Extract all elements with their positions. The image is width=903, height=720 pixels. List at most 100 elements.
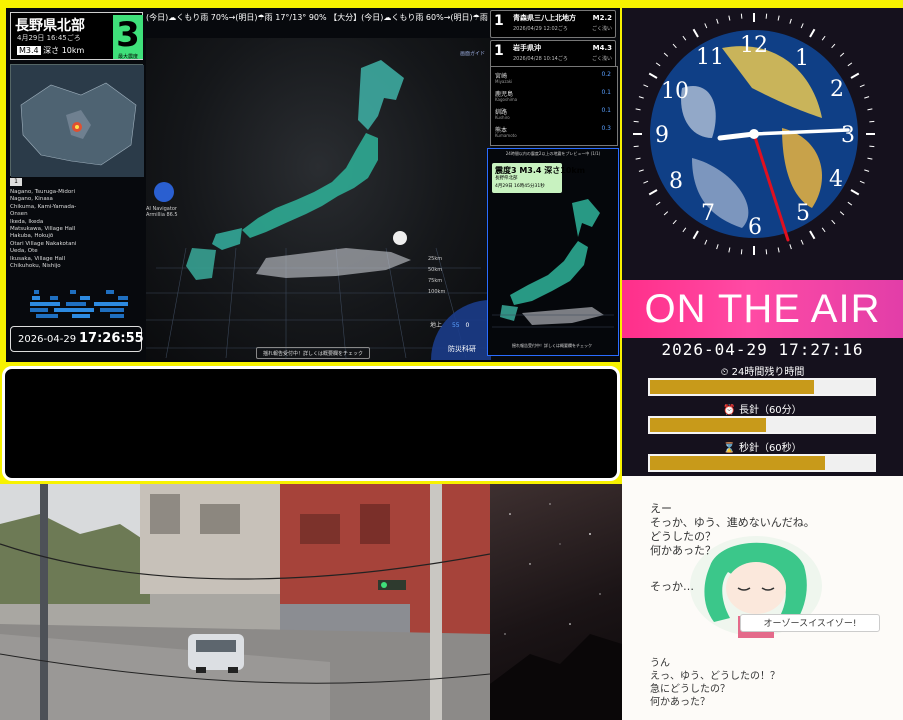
clock-tick [777,247,780,253]
clock-tick [672,219,677,225]
observation-row: 熊本 Kumamoto 0.3 [495,125,611,138]
clock-tick [850,72,860,79]
minute-hand-bar [648,416,876,434]
quake-history-panel: 1 青森県三八上北地方 2026/04/29 12:02ごろ M2.2 ごく浅い… [487,10,619,356]
clock-tick [777,15,780,21]
station-item: Chikuma, Kami-Yamada- [10,203,77,210]
preview-time: 4月29日 16時45分31秒 [495,184,545,189]
preview-place: 長野県北部 [495,176,518,181]
clock-tick [789,244,792,250]
bar-fill [650,380,814,394]
screen-guide-label: 画面ガイド [460,51,486,57]
clock-tick [633,145,639,148]
clock-tick [859,84,865,88]
depth-scale: 25km 50km 75km 100km [428,256,445,300]
clock-tick [655,201,661,206]
preview-map-graphic [492,199,614,328]
quake-list-place: 岩手県沖 [513,44,541,52]
quake-list-item[interactable]: 1 岩手県沖 2026/04/28 10:14ごろ M4.3 ごく浅い [490,40,616,68]
clock-tick [643,180,649,184]
remaining-24h-label: ⏲ 24時間残り時間 [720,367,805,378]
clock-tick [864,96,870,99]
clock-tick [716,18,719,24]
second-hand-bar [648,454,876,472]
station-item: Otari Village Nakakotani [10,240,77,247]
clock-center [749,129,759,139]
epicenter-info-box: 長野県北部 4月29日 16:45ごろ M3.4 深さ 10km 3 最大震度 [10,12,143,60]
clock-numeral: 3 [841,123,855,148]
street-scene-graphic [0,484,490,720]
clock-tick [867,108,873,111]
depth-label: 75km [428,278,443,284]
remaining-24h-bar [648,378,876,396]
broadcast-status-panel: 12 1 2 3 4 5 6 7 8 9 10 11 ON THE AIR 20… [622,8,903,476]
clock-tick [638,96,644,99]
ground-label: 地上 [430,322,443,329]
clock-tick [638,169,644,172]
clock-numeral: 8 [669,169,683,194]
quake-preview-panel: 24時間以内の震度2以上の地震をプレビュー中 (1/1) 震度3 M3.4 深さ… [487,148,619,356]
clock-tick [789,18,792,24]
quake-magnitude-depth: M3.4 深さ 10km [17,45,84,56]
quake-time: 4月29日 16:45ごろ [17,34,81,42]
clock-tick [869,120,875,123]
clock-numeral: 10 [661,79,689,104]
clock-tick [839,211,845,216]
clock-tick [635,157,641,160]
max-intensity-label: 最大震度 [117,54,138,60]
epicenter-name: 長野県北部 [15,18,85,34]
chat-line: 何かあった？ [650,544,716,557]
clock-tick [839,52,845,57]
epicenter-minimap [10,64,144,177]
report-notice-button[interactable]: 揺れ報告受付中！詳しくは概要欄をチェック [256,347,370,359]
clock-tick [831,219,836,225]
depth-label: 50km [428,267,443,273]
station-item: Nagano, Kinasa [10,196,53,203]
clock-tick [809,28,816,38]
clock-tick [655,62,661,67]
clock-numeral: 9 [655,123,669,148]
observation-row: 宮崎 Miyazaki 0.2 [495,71,611,84]
clock-tick [821,35,826,41]
navigator-icon [154,182,174,202]
night-sky-view [490,484,622,720]
clock-tick [704,239,708,245]
speech-bubble: オーゾースイスイゾー! [740,614,880,632]
intensity-history-heatmap [10,288,143,324]
clock-tick [648,189,658,196]
clock-tick [867,157,873,160]
depth-value: 深さ 10km [43,46,85,55]
clock-tick [809,230,816,240]
clock-tick [850,189,860,196]
clock-numeral: 2 [830,77,844,102]
clock-numeral: 6 [748,215,762,240]
clock-tick [859,180,865,184]
quake-list-place: 青森県三八上北地方 [513,14,576,22]
quake-list-depth: ごく浅い [591,26,612,32]
chat-log-panel: えー そっか、ゆう、進めないんだね。 どうしたの？ 何かあった？ そっか… オー… [622,476,903,720]
clock-tick [692,230,699,240]
ai-navigator-label: AI Navigator Armillia 86.5 [146,182,178,218]
clock-tick [831,43,836,49]
bar-fill [650,418,767,432]
magnitude-value: M3.4 [17,46,41,55]
station-item: Nagano, Tsuruga-Midori [10,189,76,195]
depth-label: 25km [428,256,443,262]
quake-list-mag: M4.3 [592,44,612,52]
observation-row: 釧路 Kushiro 0.1 [495,107,611,120]
minute-hand-label: ⏰ 長針（60分） [723,405,802,416]
clock-numeral: 5 [796,201,810,226]
station-item: Hakuba, Hokujō [10,233,54,240]
clock-tick [728,15,731,21]
heatmap-graphic [30,290,128,318]
depth-label: 100km [428,289,446,295]
clock-numeral: 11 [696,45,724,70]
clock-tick [663,211,669,216]
observation-values: 宮崎 Miyazaki 0.2 鹿児島 Kagoshima 0.1 釧路 Kushiro 0… [490,66,618,146]
quake-list-item[interactable]: 1 青森県三八上北地方 2026/04/29 12:02ごろ M2.2 ごく浅い [490,10,616,38]
japan-3d-map [126,38,551,362]
station-item: Chikuhoku, Nishijo [10,263,61,270]
second-hand-label: ⌛ 秒針（60秒） [723,443,802,454]
clock-tick [643,84,649,88]
station-item: Matsukawa, Village Hall [10,226,76,233]
